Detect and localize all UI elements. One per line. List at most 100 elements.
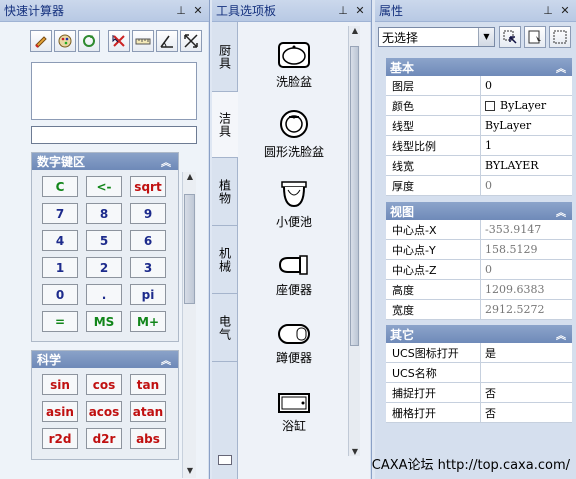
calc-key[interactable]: =: [42, 311, 78, 332]
calc-key[interactable]: 5: [86, 230, 122, 251]
eraser-icon[interactable]: [30, 30, 52, 52]
section-header[interactable]: 基本 ︽: [386, 58, 572, 76]
property-value[interactable]: ByLayer: [481, 116, 572, 135]
calc-key[interactable]: .: [86, 284, 122, 305]
property-row[interactable]: 栅格打开否: [386, 403, 572, 423]
tab-kitchenware[interactable]: 厨具: [212, 22, 238, 92]
angle-icon[interactable]: [156, 30, 178, 52]
quick-select-icon[interactable]: [499, 26, 521, 48]
section-header[interactable]: 视图 ︽: [386, 202, 572, 220]
property-row[interactable]: UCS图标打开是: [386, 343, 572, 363]
scroll-up-icon[interactable]: ▲: [349, 26, 361, 35]
property-row[interactable]: 中心点-Z 0: [386, 260, 572, 280]
close-icon[interactable]: ✕: [353, 4, 367, 17]
scroll-up-icon[interactable]: ▲: [183, 172, 197, 184]
calc-key[interactable]: d2r: [86, 428, 122, 449]
property-row[interactable]: 中心点-Y 158.5129: [386, 240, 572, 260]
expand-icon[interactable]: [180, 30, 202, 52]
property-value[interactable]: 2912.5272: [481, 300, 572, 319]
calc-key[interactable]: M+: [130, 311, 166, 332]
pin-icon[interactable]: ⊥: [174, 4, 188, 17]
section-header[interactable]: 其它 ︽: [386, 325, 572, 343]
calc-key[interactable]: 8: [86, 203, 122, 224]
calc-key[interactable]: sqrt: [130, 176, 166, 197]
ruler-icon[interactable]: [132, 30, 154, 52]
property-row[interactable]: 颜色 ByLayer: [386, 96, 572, 116]
calculator-input[interactable]: [31, 126, 197, 144]
science-header[interactable]: 科学 ︽: [32, 351, 178, 368]
chevron-up-icon[interactable]: ︽: [159, 154, 173, 169]
property-value[interactable]: 是: [481, 343, 572, 362]
tab-sanitary[interactable]: 洁具: [212, 92, 238, 158]
property-value[interactable]: 否: [481, 383, 572, 402]
calc-key[interactable]: 4: [42, 230, 78, 251]
calc-key[interactable]: 7: [42, 203, 78, 224]
calc-key[interactable]: 6: [130, 230, 166, 251]
calculator-scrollbar[interactable]: ▲ ▼: [182, 172, 196, 478]
pin-icon[interactable]: ⊥: [541, 4, 555, 17]
property-row[interactable]: 线宽 BYLAYER: [386, 156, 572, 176]
property-value[interactable]: 0: [481, 176, 572, 195]
chevron-up-icon[interactable]: ︽: [554, 327, 568, 342]
property-row[interactable]: 宽度 2912.5272: [386, 300, 572, 320]
scroll-down-icon[interactable]: ▼: [183, 466, 197, 478]
selection-dropdown[interactable]: 无选择 ▼: [378, 27, 495, 47]
property-row[interactable]: 高度 1209.6383: [386, 280, 572, 300]
property-row[interactable]: 捕捉打开否: [386, 383, 572, 403]
tool-item-bathtub[interactable]: 浴缸: [242, 392, 346, 434]
numeric-keypad-header[interactable]: 数字键区 ︽: [32, 153, 178, 170]
calc-key[interactable]: cos: [86, 374, 122, 395]
property-row[interactable]: 中心点-X -353.9147: [386, 220, 572, 240]
chevron-up-icon[interactable]: ︽: [554, 60, 568, 75]
select-cross-icon[interactable]: [108, 30, 130, 52]
calc-key[interactable]: 1: [42, 257, 78, 278]
property-value[interactable]: BYLAYER: [481, 156, 572, 175]
property-value[interactable]: ByLayer: [481, 96, 572, 115]
tab-plants[interactable]: 植物: [212, 158, 238, 226]
property-row[interactable]: 图层 0: [386, 76, 572, 96]
property-row[interactable]: UCS名称: [386, 363, 572, 383]
tool-item-toilet[interactable]: 座便器: [242, 252, 346, 298]
scrollbar-thumb[interactable]: [350, 46, 359, 346]
calc-key[interactable]: pi: [130, 284, 166, 305]
select-objects-icon[interactable]: [524, 26, 546, 48]
property-value[interactable]: -353.9147: [481, 220, 572, 239]
calc-key[interactable]: 0: [42, 284, 78, 305]
toggle-pickadd-icon[interactable]: [549, 26, 571, 48]
scroll-down-icon[interactable]: ▼: [349, 447, 361, 456]
property-value[interactable]: 0: [481, 260, 572, 279]
pin-icon[interactable]: ⊥: [336, 4, 350, 17]
calc-key[interactable]: atan: [130, 401, 166, 422]
calc-key[interactable]: tan: [130, 374, 166, 395]
property-value[interactable]: 1: [481, 136, 572, 155]
property-value[interactable]: 0: [481, 76, 572, 95]
chevron-up-icon[interactable]: ︽: [159, 352, 173, 367]
tool-item-round-washbasin[interactable]: 圆形洗脸盆: [242, 108, 346, 160]
calc-key[interactable]: r2d: [42, 428, 78, 449]
tool-item-washbasin[interactable]: 洗脸盆: [242, 40, 346, 90]
calc-key[interactable]: sin: [42, 374, 78, 395]
calc-key[interactable]: <-: [86, 176, 122, 197]
calc-key[interactable]: 2: [86, 257, 122, 278]
property-row[interactable]: 线型比例 1: [386, 136, 572, 156]
property-row[interactable]: 厚度 0: [386, 176, 572, 196]
tool-item-squat-toilet[interactable]: 蹲便器: [242, 322, 346, 366]
calc-key[interactable]: abs: [130, 428, 166, 449]
list-icon[interactable]: [218, 455, 232, 465]
calc-key[interactable]: acos: [86, 401, 122, 422]
tab-mechanical[interactable]: 机械: [212, 226, 238, 294]
calc-key[interactable]: 3: [130, 257, 166, 278]
calc-key[interactable]: C: [42, 176, 78, 197]
refresh-icon[interactable]: [78, 30, 100, 52]
tool-item-urinal[interactable]: 小便池: [242, 180, 346, 230]
property-value[interactable]: 158.5129: [481, 240, 572, 259]
close-icon[interactable]: ✕: [558, 4, 572, 17]
calc-key[interactable]: 9: [130, 203, 166, 224]
calc-key[interactable]: MS: [86, 311, 122, 332]
property-value[interactable]: [481, 363, 572, 382]
property-row[interactable]: 线型 ByLayer: [386, 116, 572, 136]
chevron-up-icon[interactable]: ︽: [554, 204, 568, 219]
palette-icon[interactable]: [54, 30, 76, 52]
chevron-down-icon[interactable]: ▼: [478, 28, 494, 46]
calc-key[interactable]: asin: [42, 401, 78, 422]
